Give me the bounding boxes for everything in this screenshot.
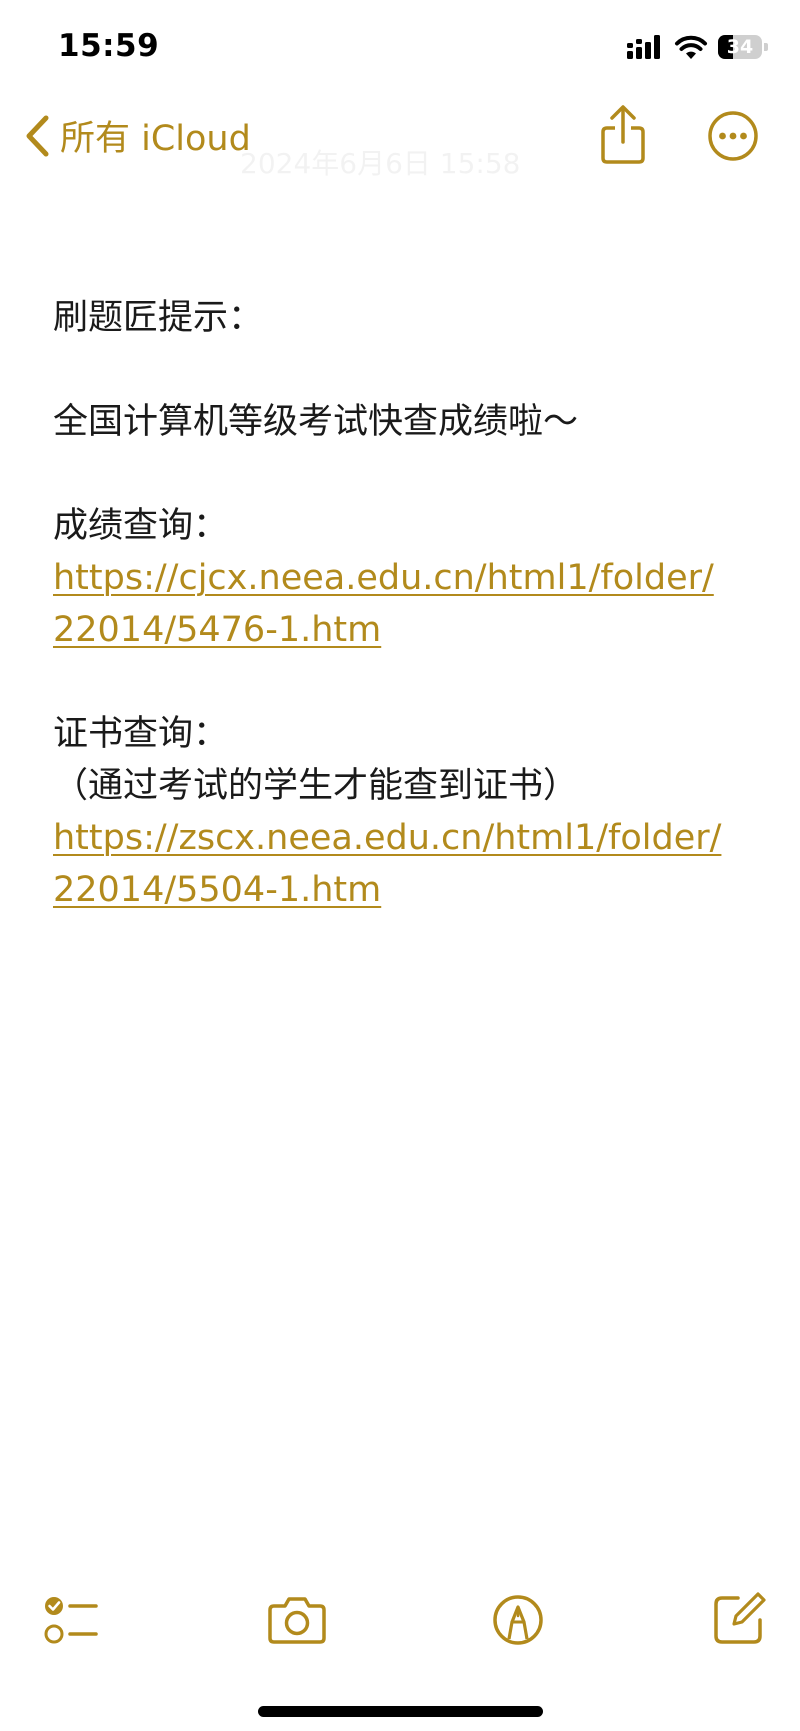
bottom-toolbar (0, 1590, 800, 1660)
home-indicator[interactable] (258, 1706, 543, 1717)
markup-button[interactable] (488, 1590, 548, 1650)
compose-button[interactable] (708, 1590, 768, 1650)
wifi-icon (675, 35, 707, 59)
more-button[interactable] (707, 110, 759, 162)
note-content[interactable]: 刷题匠提示： 全国计算机等级考试快查成绩啦～ 成绩查询： https://cjc… (53, 292, 753, 916)
markup-pen-icon (493, 1595, 543, 1645)
checklist-icon (44, 1597, 98, 1644)
notes-screen: 15:59 34 所有 iCloud 2024年6月6日 15:58 刷题匠提示… (0, 0, 800, 1731)
status-icons: 34 (626, 34, 768, 60)
status-bar: 15:59 34 (0, 0, 800, 100)
share-icon (601, 105, 645, 164)
chevron-left-icon (26, 115, 49, 156)
certificate-query-note: （通过考试的学生才能查到证书） (53, 766, 579, 806)
certificate-query-link[interactable]: https://zscx.neea.edu.cn/html1/folder/ (53, 812, 753, 864)
share-button[interactable] (598, 104, 648, 166)
certificate-query-label: 证书查询： (53, 714, 229, 754)
checklist-button[interactable] (40, 1590, 100, 1650)
score-query-link-continued[interactable]: 22014/5476-1.htm (53, 604, 753, 656)
note-date: 2024年6月6日 15:58 (240, 147, 521, 180)
battery-indicator: 34 (718, 35, 768, 59)
note-announcement: 全国计算机等级考试快查成绩啦～ (53, 402, 579, 442)
certificate-query-link-continued[interactable]: 22014/5504-1.htm (53, 864, 753, 916)
score-query-link[interactable]: https://cjcx.neea.edu.cn/html1/folder/ (53, 552, 753, 604)
camera-icon (268, 1597, 326, 1644)
battery-tip (764, 43, 768, 51)
navigation-bar: 所有 iCloud 2024年6月6日 15:58 (0, 100, 800, 180)
compose-icon (714, 1592, 766, 1644)
camera-button[interactable] (266, 1590, 328, 1650)
back-button-label: 所有 iCloud (60, 119, 251, 159)
score-query-label: 成绩查询： (53, 506, 229, 546)
ellipsis-circle-icon (708, 111, 758, 161)
note-title: 刷题匠提示： (53, 298, 264, 338)
back-button[interactable]: 所有 iCloud (24, 110, 251, 161)
cellular-signal-icon (627, 35, 660, 59)
battery-level-text: 34 (726, 36, 754, 58)
status-time: 15:59 (58, 28, 160, 64)
